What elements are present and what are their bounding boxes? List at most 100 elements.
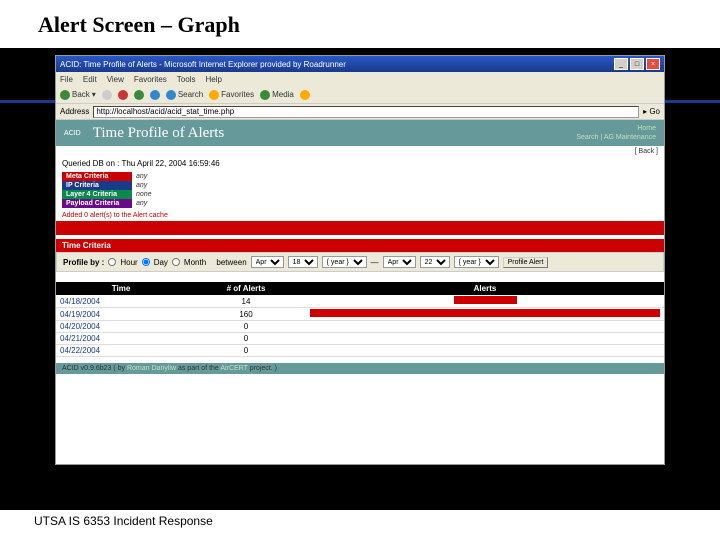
back-link[interactable]: [ Back ] <box>56 146 664 157</box>
go-button[interactable]: ▸ Go <box>643 107 660 116</box>
layer4-criteria-value: none <box>132 190 182 199</box>
forward-icon <box>102 90 112 100</box>
menu-tools[interactable]: Tools <box>177 75 196 84</box>
added-alerts: Added 0 alert(s) to the Alert cache <box>56 210 664 221</box>
cell-time[interactable]: 04/19/2004 <box>56 308 186 321</box>
table-row: 04/19/2004160 <box>56 308 664 321</box>
year1-select[interactable]: { year } <box>322 256 367 268</box>
day-radio[interactable] <box>142 258 150 266</box>
profile-alert-button[interactable]: Profile Alert <box>503 257 549 268</box>
ip-criteria-value: any <box>132 181 182 190</box>
acid-label: ACID <box>64 130 81 137</box>
menubar: File Edit View Favorites Tools Help <box>56 72 664 86</box>
slide-footer: UTSA IS 6353 Incident Response <box>30 512 217 530</box>
table-row: 04/21/20040 <box>56 333 664 345</box>
time-criteria-header: Time Criteria <box>56 239 664 252</box>
page-title: Time Profile of Alerts <box>93 125 577 142</box>
cell-time[interactable]: 04/21/2004 <box>56 333 186 345</box>
red-bar <box>56 221 664 235</box>
close-button[interactable]: × <box>646 58 660 70</box>
refresh-icon <box>134 90 144 100</box>
home-button[interactable] <box>150 90 160 100</box>
ag-maintenance-link[interactable]: AG Maintenance <box>604 134 656 141</box>
menu-view[interactable]: View <box>107 75 124 84</box>
payload-criteria-label: Payload Criteria <box>62 199 132 208</box>
window-title: ACID: Time Profile of Alerts - Microsoft… <box>60 60 614 69</box>
project-link[interactable]: AirCERT <box>220 365 247 372</box>
month2-select[interactable]: Apr <box>383 256 416 268</box>
forward-button[interactable] <box>102 90 112 100</box>
favorites-button[interactable]: Favorites <box>209 90 254 100</box>
cell-time[interactable]: 04/22/2004 <box>56 345 186 357</box>
meta-criteria-value: any <box>132 172 182 181</box>
slide-title: Alert Screen – Graph <box>30 8 248 42</box>
star-icon <box>209 90 219 100</box>
media-icon <box>260 90 270 100</box>
table-row: 04/22/20040 <box>56 345 664 357</box>
year2-select[interactable]: { year } <box>454 256 499 268</box>
header-links: Home Search | AG Maintenance <box>576 124 656 142</box>
menu-edit[interactable]: Edit <box>83 75 97 84</box>
history-icon <box>300 90 310 100</box>
stop-icon <box>118 90 128 100</box>
cell-count: 0 <box>186 321 306 333</box>
meta-criteria-label: Meta Criteria <box>62 172 132 181</box>
home-link[interactable]: Home <box>637 125 656 132</box>
month-label: Month <box>184 258 206 267</box>
alert-bar <box>454 296 517 304</box>
profile-controls: Profile by : Hour Day Month between Apr … <box>56 252 664 272</box>
menu-favorites[interactable]: Favorites <box>134 75 167 84</box>
table-row: 04/18/200414 <box>56 295 664 308</box>
col-time: Time <box>56 282 186 295</box>
refresh-button[interactable] <box>134 90 144 100</box>
cell-time[interactable]: 04/18/2004 <box>56 295 186 308</box>
menu-file[interactable]: File <box>60 75 73 84</box>
address-input[interactable] <box>93 106 639 118</box>
day2-select[interactable]: 22 <box>420 256 450 268</box>
alert-bar <box>310 309 660 317</box>
menu-help[interactable]: Help <box>205 75 221 84</box>
media-button[interactable]: Media <box>260 90 294 100</box>
back-button[interactable]: Back ▾ <box>60 90 96 100</box>
acid-footer: ACID v0.9.6b23 ( by Roman Danyliw as par… <box>56 363 664 374</box>
page-content: ACID Time Profile of Alerts Home Search … <box>56 120 664 464</box>
cell-count: 14 <box>186 295 306 308</box>
criteria-table: Meta Criteriaany IP Criteriaany Layer 4 … <box>62 172 182 208</box>
day1-select[interactable]: 18 <box>288 256 318 268</box>
col-alerts: Alerts <box>306 282 664 295</box>
search-link[interactable]: Search <box>576 134 598 141</box>
layer4-criteria-label: Layer 4 Criteria <box>62 190 132 199</box>
maximize-button[interactable]: □ <box>630 58 644 70</box>
between-label: between <box>216 258 246 267</box>
titlebar: ACID: Time Profile of Alerts - Microsoft… <box>56 56 664 72</box>
alerts-table: Time # of Alerts Alerts 04/18/200414 04/… <box>56 282 664 357</box>
acid-header: ACID Time Profile of Alerts Home Search … <box>56 120 664 146</box>
queried-db: Queried DB on : Thu April 22, 2004 16:59… <box>56 157 664 170</box>
cell-time[interactable]: 04/20/2004 <box>56 321 186 333</box>
payload-criteria-value: any <box>132 199 182 208</box>
profile-by-label: Profile by : <box>63 258 104 267</box>
search-icon <box>166 90 176 100</box>
back-icon <box>60 90 70 100</box>
home-icon <box>150 90 160 100</box>
address-label: Address <box>60 107 89 116</box>
minimize-button[interactable]: _ <box>614 58 628 70</box>
hour-label: Hour <box>120 258 137 267</box>
table-row: 04/20/20040 <box>56 321 664 333</box>
author-link[interactable]: Roman Danyliw <box>127 365 176 372</box>
month-radio[interactable] <box>172 258 180 266</box>
cell-count: 0 <box>186 333 306 345</box>
search-button[interactable]: Search <box>166 90 203 100</box>
browser-window: ACID: Time Profile of Alerts - Microsoft… <box>55 55 665 465</box>
col-count: # of Alerts <box>186 282 306 295</box>
stop-button[interactable] <box>118 90 128 100</box>
cell-count: 0 <box>186 345 306 357</box>
ip-criteria-label: IP Criteria <box>62 181 132 190</box>
month1-select[interactable]: Apr <box>251 256 284 268</box>
toolbar: Back ▾ Search Favorites Media <box>56 86 664 104</box>
history-button[interactable] <box>300 90 310 100</box>
hour-radio[interactable] <box>108 258 116 266</box>
cell-count: 160 <box>186 308 306 321</box>
address-bar: Address ▸ Go <box>56 104 664 120</box>
day-label: Day <box>154 258 168 267</box>
